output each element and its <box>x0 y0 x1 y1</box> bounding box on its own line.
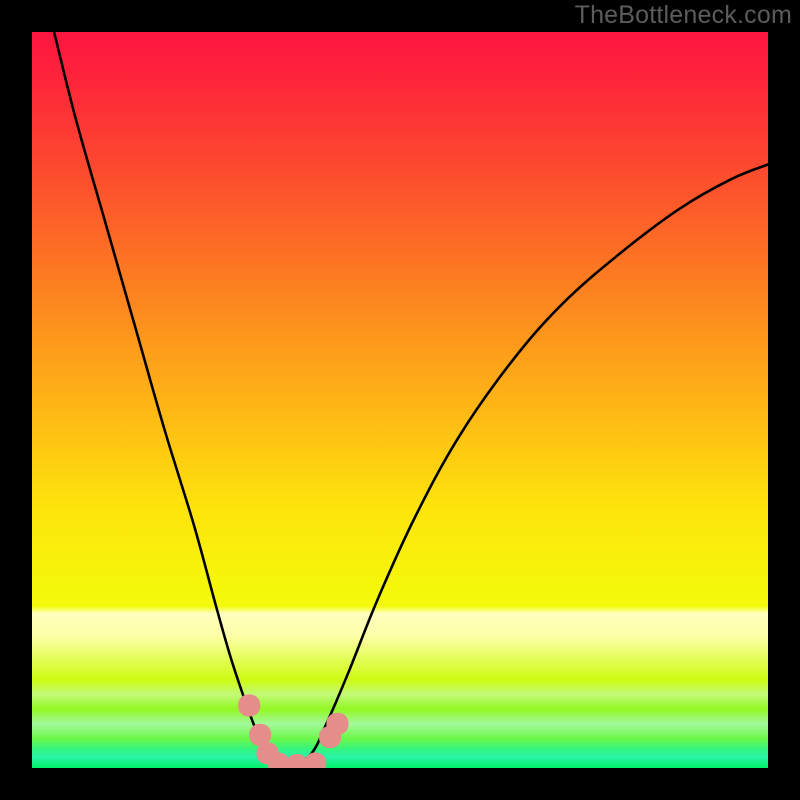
watermark-text: TheBottleneck.com <box>575 1 792 30</box>
highlight-dot <box>304 753 326 768</box>
highlight-dot <box>326 713 348 735</box>
curve-overlay <box>32 32 768 768</box>
highlight-dots <box>238 694 348 768</box>
chart-frame: TheBottleneck.com <box>0 0 800 800</box>
plot-area <box>32 32 768 768</box>
highlight-dot <box>238 694 260 716</box>
right-curve <box>293 164 768 766</box>
left-curve <box>54 32 293 767</box>
